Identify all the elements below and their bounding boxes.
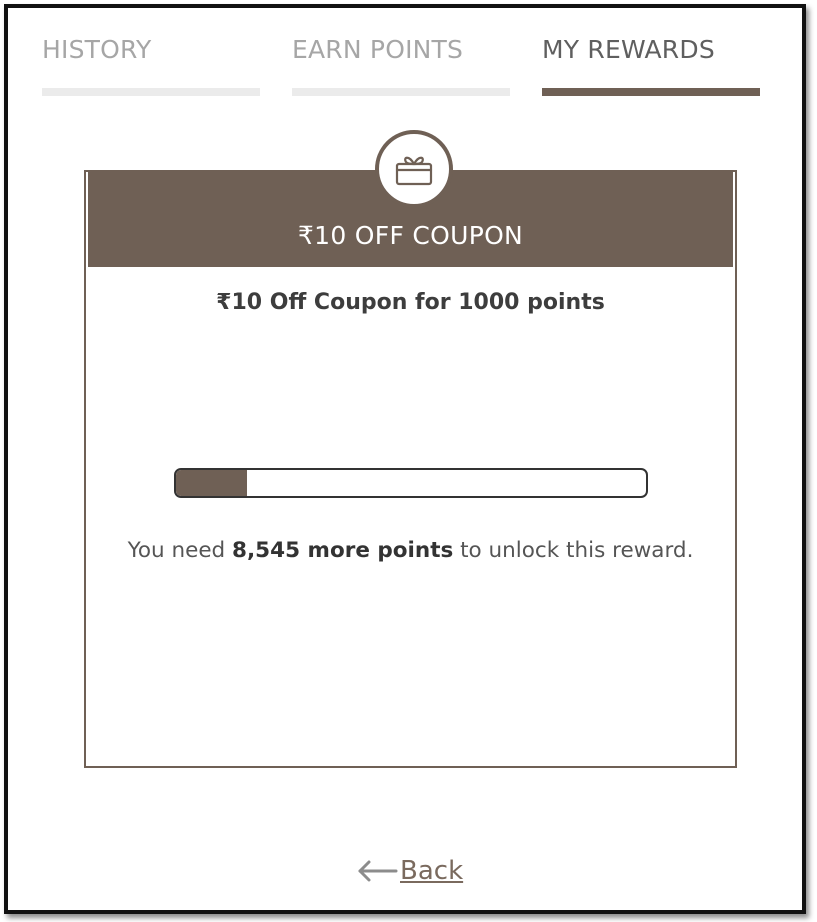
reward-title: ₹10 OFF COUPON [297, 221, 524, 250]
gift-icon [395, 156, 433, 186]
left-arrow-icon [358, 860, 398, 882]
tab-my-rewards[interactable]: MY REWARDS [542, 32, 762, 96]
tab-my-rewards-underline [542, 88, 760, 96]
reward-card: ₹10 OFF COUPON ₹10 Off Coupon for 1000 p… [84, 130, 737, 768]
points-needed-prefix: You need [127, 538, 233, 563]
tab-earn-points-underline [292, 88, 510, 96]
points-needed-message: You need 8,545 more points to unlock thi… [126, 532, 695, 569]
tab-earn-points[interactable]: EARN POINTS [292, 32, 512, 96]
points-needed-suffix: to unlock this reward. [453, 538, 694, 563]
points-progress-bar [174, 468, 648, 498]
tab-earn-points-label: EARN POINTS [292, 35, 464, 64]
reward-description: ₹10 Off Coupon for 1000 points [216, 290, 605, 315]
tab-history[interactable]: HISTORY [42, 32, 262, 96]
app-frame: HISTORY EARN POINTS MY REWARDS ₹10 OFF C… [4, 4, 806, 914]
points-progress-fill [176, 470, 247, 496]
tab-my-rewards-label: MY REWARDS [542, 35, 715, 64]
tab-history-underline [42, 88, 260, 96]
points-needed-value: 8,545 more points [232, 538, 454, 563]
gift-icon-badge [375, 130, 453, 208]
back-link[interactable]: Back [356, 856, 463, 886]
back-label: Back [400, 856, 464, 886]
tab-history-label: HISTORY [42, 35, 152, 64]
